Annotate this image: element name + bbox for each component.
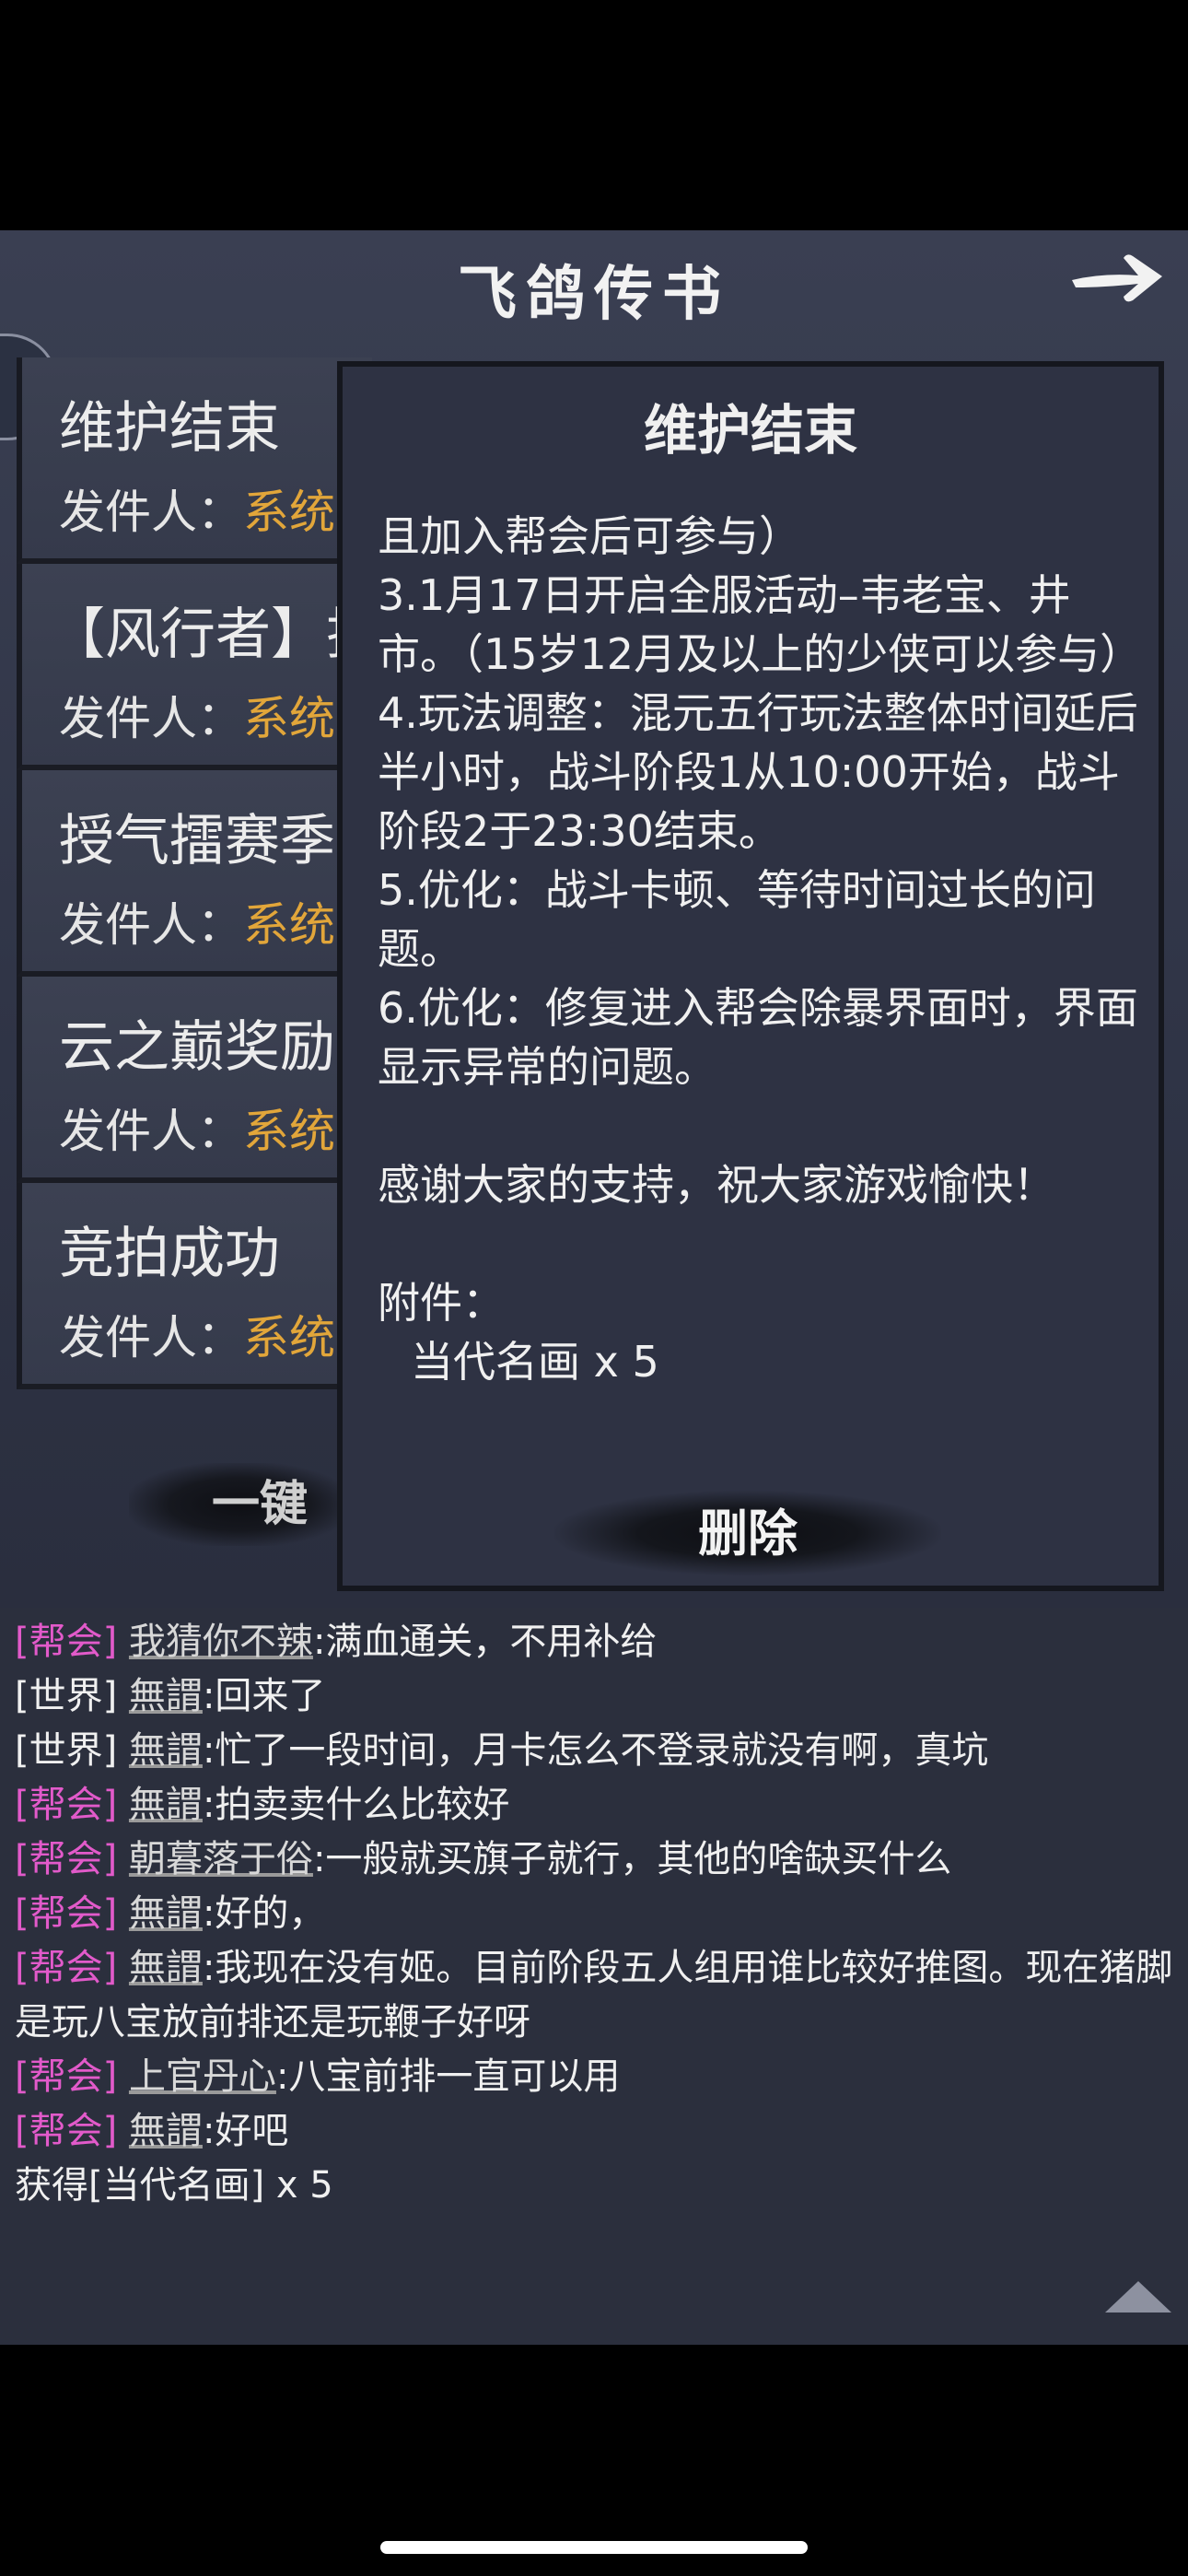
chat-line: [世界] 無謂:回来了 bbox=[15, 1669, 1175, 1724]
chat-line: [帮会] 我猜你不辣:满血通关，不用补给 bbox=[15, 1615, 1175, 1669]
mail-title: 【风行者】技 bbox=[50, 603, 381, 667]
chat-user[interactable]: 無謂 bbox=[129, 2110, 203, 2152]
mail-item[interactable]: 维护结束 发件人：系统 bbox=[17, 357, 372, 564]
page-title: 飞鸽传书 bbox=[458, 260, 730, 329]
one-key-button[interactable]: 一键 bbox=[129, 1463, 350, 1546]
mail-sender: 发件人：系统 bbox=[59, 692, 335, 745]
chat-channel-tag: [帮会] bbox=[15, 1947, 118, 1989]
mail-item[interactable]: 【风行者】技 发件人：系统 bbox=[17, 564, 381, 770]
chat-user[interactable]: 無謂 bbox=[129, 1947, 203, 1989]
chat-user[interactable]: 無謂 bbox=[129, 1784, 203, 1826]
mail-sender: 发件人：系统 bbox=[59, 898, 335, 952]
chat-line: [帮会] 朝暮落于俗:一般就买旗子就行，其他的啥缺买什么 bbox=[15, 1832, 1175, 1887]
chat-user[interactable]: 朝暮落于俗 bbox=[129, 1838, 313, 1880]
mail-sender: 发件人：系统 bbox=[59, 486, 335, 539]
detail-line: 3.1月17日开启全服活动–韦老宝、井市。（15岁12月及以上的少侠可以参与） bbox=[378, 570, 1143, 679]
chat-channel-tag: [帮会] bbox=[15, 2110, 118, 2152]
mail-item[interactable]: 授气擂赛季 发件人：系统 bbox=[17, 770, 372, 977]
chat-message: :好的， bbox=[202, 1892, 326, 1935]
mail-title: 授气擂赛季 bbox=[59, 809, 335, 873]
chat-line: [帮会] 無謂:好的， bbox=[15, 1887, 1175, 1941]
chat-user[interactable]: 我猜你不辣 bbox=[129, 1621, 313, 1663]
chat-channel-tag: [帮会] bbox=[15, 2055, 118, 2098]
chat-line: [帮会] 上官丹心:八宝前排一直可以用 bbox=[15, 2050, 1175, 2104]
detail-line: 4.玩法调整：混元五行玩法整体时间延后半小时，战斗阶段1从10:00开始，战斗阶… bbox=[378, 688, 1138, 856]
chat-channel-tag: [帮会] bbox=[15, 1892, 118, 1935]
chat-line: [世界] 無謂:忙了一段时间，月卡怎么不登录就没有啊，真坑 bbox=[15, 1724, 1175, 1778]
delete-button[interactable]: 删除 bbox=[554, 1491, 941, 1575]
mail-title: 维护结束 bbox=[59, 396, 280, 461]
chat-line: [帮会] 無謂:好吧 bbox=[15, 2104, 1175, 2159]
chat-message: :八宝前排一直可以用 bbox=[275, 2055, 621, 2098]
mail-title: 云之巅奖励 bbox=[59, 1015, 335, 1080]
mail-item[interactable]: 云之巅奖励 发件人：系统 bbox=[17, 977, 372, 1183]
chat-user[interactable]: 無謂 bbox=[129, 1675, 203, 1717]
detail-thanks: 感谢大家的支持，祝大家游戏愉快！ bbox=[378, 1160, 1055, 1210]
home-indicator[interactable] bbox=[380, 2541, 808, 2554]
chat-line: [帮会] 無謂:拍卖卖什么比较好 bbox=[15, 1778, 1175, 1832]
detail-title: 维护结束 bbox=[643, 399, 857, 462]
chat-user[interactable]: 上官丹心 bbox=[129, 2055, 276, 2098]
chat-user[interactable]: 無謂 bbox=[129, 1892, 203, 1935]
attachment-item[interactable]: 当代名画 x 5 bbox=[378, 1332, 1151, 1391]
chat-log: [帮会] 我猜你不辣:满血通关，不用补给 [世界] 無謂:回来了 [世界] 無謂… bbox=[15, 1615, 1175, 2213]
chat-message: :满血通关，不用补给 bbox=[312, 1621, 658, 1663]
chat-message: :忙了一段时间，月卡怎么不登录就没有啊，真坑 bbox=[202, 1729, 989, 1772]
mail-item[interactable]: 竞拍成功 发件人：系统 bbox=[17, 1183, 372, 1389]
chat-message: :拍卖卖什么比较好 bbox=[202, 1784, 510, 1826]
arrow-right-icon[interactable] bbox=[1066, 245, 1168, 310]
attachment-label: 附件： bbox=[378, 1278, 505, 1328]
chat-user[interactable]: 無謂 bbox=[129, 1729, 203, 1772]
chat-channel-tag: [世界] bbox=[15, 1729, 118, 1772]
chat-channel-tag: [世界] bbox=[15, 1675, 118, 1717]
collapse-up-icon[interactable] bbox=[1101, 2277, 1175, 2316]
chat-channel-tag: [帮会] bbox=[15, 1838, 118, 1880]
system-message: 获得[当代名画] x 5 bbox=[15, 2164, 333, 2207]
mail-sender: 发件人：系统 bbox=[59, 1311, 335, 1364]
mail-detail: 维护结束 且加入帮会后可参与） 3.1月17日开启全服活动–韦老宝、井市。（15… bbox=[337, 361, 1164, 1591]
chat-channel-tag: [帮会] bbox=[15, 1621, 118, 1663]
detail-line: 且加入帮会后可参与） bbox=[378, 511, 801, 561]
detail-line: 5.优化：战斗卡顿、等待时间过长的问题。 bbox=[378, 865, 1096, 974]
chat-panel: [帮会] 我猜你不辣:满血通关，不用补给 [世界] 無謂:回来了 [世界] 無謂… bbox=[0, 1608, 1188, 2345]
chat-channel-tag: [帮会] bbox=[15, 1784, 118, 1826]
chat-message: :回来了 bbox=[202, 1675, 326, 1717]
mail-title: 竞拍成功 bbox=[59, 1222, 280, 1286]
chat-message: :一般就买旗子就行，其他的啥缺买什么 bbox=[312, 1838, 952, 1880]
detail-body: 且加入帮会后可参与） 3.1月17日开启全服活动–韦老宝、井市。（15岁12月及… bbox=[378, 507, 1151, 1391]
mail-sender: 发件人：系统 bbox=[59, 1105, 335, 1158]
chat-line: [帮会] 無謂:我现在没有姬。目前阶段五人组用谁比较好推图。现在猪脚是玩八宝放前… bbox=[15, 1941, 1175, 2050]
detail-line: 6.优化：修复进入帮会除暴界面时，界面显示异常的问题。 bbox=[378, 983, 1138, 1092]
chat-message: :好吧 bbox=[202, 2110, 289, 2152]
